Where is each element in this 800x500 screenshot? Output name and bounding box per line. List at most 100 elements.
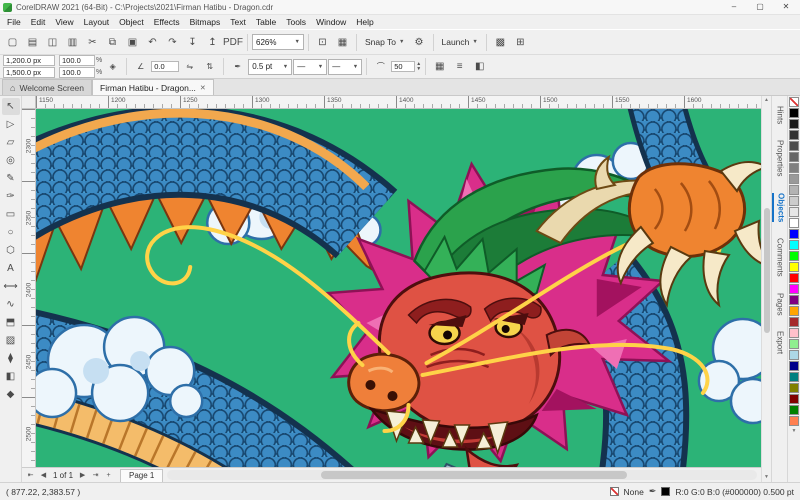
page-tab[interactable]: Page 1	[120, 468, 164, 482]
next-page-button[interactable]: ▶	[76, 471, 89, 479]
palette-swatch[interactable]	[789, 119, 799, 129]
palette-swatch[interactable]	[789, 108, 799, 118]
menu-view[interactable]: View	[50, 17, 78, 27]
menu-object[interactable]: Object	[114, 17, 149, 27]
paste-icon[interactable]: ▣	[123, 33, 142, 52]
scale-width-field[interactable]: 100.0	[59, 55, 95, 66]
text-tool[interactable]: A	[2, 260, 20, 277]
docker-tab-objects[interactable]: Objects	[771, 192, 788, 223]
outline-width-select[interactable]: 0.5 pt ▼	[248, 58, 293, 75]
cut-icon[interactable]: ✂	[83, 33, 102, 52]
palette-swatch[interactable]	[789, 273, 799, 283]
redo-icon[interactable]: ↷	[163, 33, 182, 52]
docker-tab-properties[interactable]: Properties	[773, 140, 787, 176]
horizontal-scrollbar[interactable]	[167, 470, 757, 480]
publish-pdf-icon[interactable]: PDF	[223, 33, 243, 52]
drawing-canvas[interactable]	[36, 109, 761, 467]
scroll-up-icon[interactable]: ▲	[764, 96, 769, 105]
pick-tool[interactable]: ↖	[1, 98, 20, 115]
fill-settings-icon[interactable]: ◧	[470, 57, 489, 76]
zoom-tool[interactable]: ◎	[2, 152, 20, 169]
palette-swatch[interactable]	[789, 229, 799, 239]
palette-swatch[interactable]	[789, 174, 799, 184]
last-page-button[interactable]: ⇥	[89, 471, 102, 479]
close-button[interactable]: ✕	[775, 0, 797, 14]
show-grid-icon[interactable]: ▦	[333, 33, 352, 52]
horizontal-ruler[interactable]: 1150 1200 1250 1300 1350 1400 1450 1500 1550 1600	[36, 96, 761, 109]
save-icon[interactable]: ◫	[43, 33, 62, 52]
menu-effects[interactable]: Effects	[149, 17, 185, 27]
palette-swatch[interactable]	[789, 251, 799, 261]
palette-swatch[interactable]	[789, 141, 799, 151]
menu-tools[interactable]: Tools	[281, 17, 311, 27]
polygon-tool[interactable]: ⬡	[2, 242, 20, 259]
palette-swatch[interactable]	[789, 240, 799, 250]
color-eyedropper-tool[interactable]: ⧫	[2, 350, 20, 367]
menu-edit[interactable]: Edit	[26, 17, 51, 27]
palette-swatch[interactable]	[789, 317, 799, 327]
scrollbar-track[interactable]	[763, 105, 771, 473]
interactive-fill-tool[interactable]: ◧	[2, 368, 20, 385]
snap-to-dropdown[interactable]: Snap To ▼	[361, 33, 409, 51]
menu-help[interactable]: Help	[351, 17, 378, 27]
palette-swatch[interactable]	[789, 405, 799, 415]
artistic-media-tool[interactable]: ✑	[2, 188, 20, 205]
palette-swatch[interactable]	[789, 394, 799, 404]
scrollbar-thumb[interactable]	[320, 471, 628, 479]
palette-swatch[interactable]	[789, 383, 799, 393]
menu-table[interactable]: Table	[251, 17, 281, 27]
docker-tab-comments[interactable]: Comments	[773, 238, 787, 277]
scroll-down-icon[interactable]: ▼	[764, 473, 769, 482]
spinner[interactable]: ▲ ▼	[416, 61, 421, 72]
transparency-tool[interactable]: ▨	[2, 332, 20, 349]
freehand-tool[interactable]: ✎	[2, 170, 20, 187]
rotation-angle-field[interactable]: 0.0	[151, 61, 180, 72]
palette-swatch[interactable]	[789, 196, 799, 206]
print-icon[interactable]: ▥	[63, 33, 82, 52]
new-window-icon[interactable]: ⊞	[511, 33, 530, 52]
open-icon[interactable]: ▤	[23, 33, 42, 52]
menu-bitmaps[interactable]: Bitmaps	[185, 17, 226, 27]
palette-swatch[interactable]	[789, 372, 799, 382]
ruler-origin-corner[interactable]	[22, 96, 36, 109]
add-page-button[interactable]: +	[102, 472, 115, 479]
palette-swatch[interactable]	[789, 361, 799, 371]
arrange-windows-icon[interactable]: ▩	[491, 33, 510, 52]
launch-dropdown[interactable]: Launch ▼	[438, 33, 482, 51]
scrollbar-thumb[interactable]	[763, 208, 770, 334]
minimize-button[interactable]: –	[723, 0, 745, 14]
menu-layout[interactable]: Layout	[79, 17, 115, 27]
palette-scroll-down-icon[interactable]: ▼	[792, 428, 797, 434]
export-icon[interactable]: ↥	[203, 33, 222, 52]
docker-tab-hints[interactable]: Hints	[773, 106, 787, 124]
palette-swatch[interactable]	[789, 306, 799, 316]
menu-window[interactable]: Window	[311, 17, 351, 27]
palette-swatch[interactable]	[789, 218, 799, 228]
ellipse-tool[interactable]: ○	[2, 224, 20, 241]
palette-swatch[interactable]	[789, 295, 799, 305]
corner-radius-field[interactable]: 50	[391, 61, 416, 72]
zoom-level-select[interactable]: 626% ▼	[252, 34, 304, 50]
palette-swatch[interactable]	[789, 163, 799, 173]
tab-welcome-screen[interactable]: ⌂ Welcome Screen	[2, 79, 93, 95]
palette-swatch[interactable]	[789, 350, 799, 360]
object-x-field[interactable]: 1,200.0 px	[3, 55, 55, 66]
close-tab-icon[interactable]: ✕	[200, 84, 206, 92]
crop-tool[interactable]: ▱	[2, 134, 20, 151]
palette-swatch[interactable]	[789, 130, 799, 140]
first-page-button[interactable]: ⇤	[24, 471, 37, 479]
scale-height-field[interactable]: 100.0	[59, 67, 95, 78]
palette-swatch[interactable]	[789, 339, 799, 349]
palette-swatch[interactable]	[789, 416, 799, 426]
docker-tab-pages[interactable]: Pages	[773, 293, 787, 316]
undo-icon[interactable]: ↶	[143, 33, 162, 52]
palette-swatch[interactable]	[789, 97, 799, 107]
copy-icon[interactable]: ⧉	[103, 33, 122, 52]
tab-dragon-document[interactable]: Firman Hatibu - Dragon... ✕	[92, 79, 214, 95]
palette-swatch[interactable]	[789, 152, 799, 162]
palette-swatch[interactable]	[789, 328, 799, 338]
vertical-ruler[interactable]: 2300 2350 2400 2450 2500	[22, 109, 36, 467]
mirror-horizontal-icon[interactable]: ⇋	[180, 57, 199, 76]
palette-swatch[interactable]	[789, 185, 799, 195]
palette-swatch[interactable]	[789, 284, 799, 294]
